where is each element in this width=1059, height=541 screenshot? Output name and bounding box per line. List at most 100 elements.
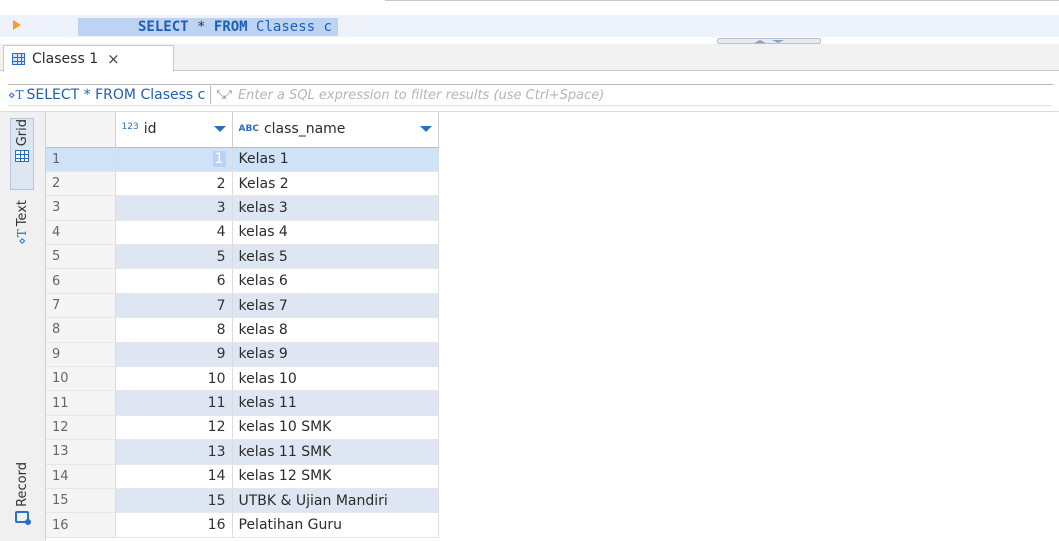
- table-row[interactable]: 4 4 kelas 4: [46, 220, 439, 246]
- sql-text-icon: ⋄T: [8, 88, 24, 102]
- grid-body: 1 1 Kelas 1 2 2 Kelas 2 3 3 kelas 3 4 4 kelas 4 5 5 ke…: [46, 147, 439, 538]
- row-number[interactable]: 11: [46, 390, 116, 416]
- column-header-label: id: [143, 121, 157, 138]
- cell-id[interactable]: 16: [115, 512, 233, 538]
- cell-id[interactable]: 7: [115, 293, 233, 319]
- cell-id[interactable]: 10: [115, 366, 233, 392]
- filter-input[interactable]: [233, 87, 794, 103]
- row-number-header[interactable]: [46, 112, 116, 148]
- cell-id[interactable]: 6: [115, 268, 233, 294]
- row-number[interactable]: 3: [46, 195, 116, 221]
- sql-star: *: [197, 19, 206, 35]
- side-tab-grid[interactable]: Grid: [10, 118, 34, 190]
- sql-query-text[interactable]: SELECT * FROM Clasess c: [78, 18, 338, 36]
- sql-table-ref: Clasess c: [256, 19, 332, 35]
- sql-keyword-from: FROM: [213, 19, 248, 35]
- expand-icon[interactable]: ⤡⤢: [216, 88, 232, 102]
- cell-id[interactable]: 15: [115, 488, 233, 514]
- table-grid-icon: [12, 53, 25, 65]
- filter-box: ⋄T SELECT * FROM Clasess c ⤡⤢: [8, 84, 1053, 106]
- sql-editor[interactable]: SELECT * FROM Clasess c: [0, 0, 1059, 37]
- cell-class-name[interactable]: kelas 11: [232, 390, 439, 416]
- filter-query-label: SELECT * FROM Clasess c: [26, 87, 206, 103]
- grid-icon: [15, 150, 29, 163]
- cell-class-name[interactable]: Pelatihan Guru: [232, 512, 439, 538]
- table-row[interactable]: 2 2 Kelas 2: [46, 171, 439, 197]
- cell-class-name[interactable]: kelas 3: [232, 195, 439, 221]
- row-number[interactable]: 6: [46, 268, 116, 294]
- cell-id[interactable]: 13: [115, 439, 233, 465]
- cell-id[interactable]: 9: [115, 342, 233, 368]
- column-header-label: class_name: [263, 121, 346, 138]
- table-row[interactable]: 15 15 UTBK & Ujian Mandiri: [46, 488, 439, 514]
- row-number[interactable]: 10: [46, 366, 116, 392]
- side-tab-record[interactable]: Record: [10, 462, 34, 538]
- row-number[interactable]: 15: [46, 488, 116, 514]
- cell-class-name[interactable]: kelas 4: [232, 220, 439, 246]
- cell-class-name[interactable]: kelas 9: [232, 342, 439, 368]
- side-tab-text-label: Text: [14, 200, 30, 227]
- sql-keyword-select: SELECT: [138, 19, 189, 35]
- cell-class-name[interactable]: kelas 8: [232, 317, 439, 343]
- table-row[interactable]: 13 13 kelas 11 SMK: [46, 439, 439, 465]
- cell-id[interactable]: 4: [115, 220, 233, 246]
- side-tab-record-label: Record: [14, 462, 30, 507]
- cell-id[interactable]: 3: [115, 195, 233, 221]
- table-row[interactable]: 16 16 Pelatihan Guru: [46, 512, 439, 538]
- results-grid[interactable]: 123 id ABC class_name 1 1 Kelas 1 2 2 Kelas 2…: [46, 112, 1059, 541]
- cell-id[interactable]: 1: [115, 147, 233, 172]
- table-row[interactable]: 11 11 kelas 11: [46, 390, 439, 416]
- row-number[interactable]: 14: [46, 464, 116, 489]
- filter-divider: [210, 86, 212, 104]
- row-number[interactable]: 12: [46, 415, 116, 441]
- table-row[interactable]: 7 7 kelas 7: [46, 293, 439, 319]
- row-number[interactable]: 8: [46, 317, 116, 343]
- cell-class-name[interactable]: kelas 12 SMK: [232, 464, 439, 489]
- cell-class-name[interactable]: UTBK & Ujian Mandiri: [232, 488, 439, 514]
- row-number[interactable]: 5: [46, 244, 116, 270]
- focused-cell-value: 1: [212, 151, 226, 168]
- table-row[interactable]: 5 5 kelas 5: [46, 244, 439, 270]
- column-header-id[interactable]: 123 id: [115, 112, 233, 148]
- string-type-icon: ABC: [238, 124, 259, 135]
- table-row[interactable]: 8 8 kelas 8: [46, 317, 439, 343]
- row-number[interactable]: 7: [46, 293, 116, 319]
- execute-arrow-icon[interactable]: [13, 20, 21, 30]
- cell-class-name[interactable]: kelas 7: [232, 293, 439, 319]
- row-number[interactable]: 4: [46, 220, 116, 246]
- table-row[interactable]: 14 14 kelas 12 SMK: [46, 464, 439, 489]
- chevron-down-icon[interactable]: [213, 126, 226, 133]
- side-tab-text[interactable]: Text ⋄T: [10, 200, 34, 262]
- table-row[interactable]: 9 9 kelas 9: [46, 342, 439, 368]
- cell-id[interactable]: 8: [115, 317, 233, 343]
- row-number[interactable]: 1: [46, 147, 116, 172]
- cell-id[interactable]: 12: [115, 415, 233, 441]
- table-row[interactable]: 12 12 kelas 10 SMK: [46, 415, 439, 441]
- chevron-down-icon[interactable]: [419, 126, 432, 133]
- cell-id[interactable]: 5: [115, 244, 233, 270]
- cell-class-name[interactable]: kelas 6: [232, 268, 439, 294]
- cell-class-name[interactable]: kelas 10 SMK: [232, 415, 439, 441]
- cell-class-name[interactable]: Kelas 1: [232, 147, 439, 172]
- cell-id[interactable]: 11: [115, 390, 233, 416]
- cell-id[interactable]: 14: [115, 464, 233, 489]
- cell-class-name[interactable]: kelas 5: [232, 244, 439, 270]
- table-row[interactable]: 1 1 Kelas 1: [46, 147, 439, 172]
- cell-id[interactable]: 2: [115, 171, 233, 197]
- cell-class-name[interactable]: kelas 11 SMK: [232, 439, 439, 465]
- table-row[interactable]: 6 6 kelas 6: [46, 268, 439, 294]
- cell-class-name[interactable]: Kelas 2: [232, 171, 439, 197]
- row-number[interactable]: 13: [46, 439, 116, 465]
- row-number[interactable]: 16: [46, 512, 116, 538]
- column-header-class-name[interactable]: ABC class_name: [232, 112, 439, 148]
- table-row[interactable]: 3 3 kelas 3: [46, 195, 439, 221]
- cell-class-name[interactable]: kelas 10: [232, 366, 439, 392]
- tab-results[interactable]: Clasess 1 ×: [3, 45, 174, 72]
- row-number[interactable]: 2: [46, 171, 116, 197]
- text-icon: ⋄T: [14, 229, 29, 246]
- row-number[interactable]: 9: [46, 342, 116, 368]
- table-row[interactable]: 10 10 kelas 10: [46, 366, 439, 392]
- tab-label: Clasess 1: [32, 51, 99, 67]
- close-icon[interactable]: ×: [107, 51, 120, 67]
- header-row: 123 id ABC class_name: [46, 112, 439, 148]
